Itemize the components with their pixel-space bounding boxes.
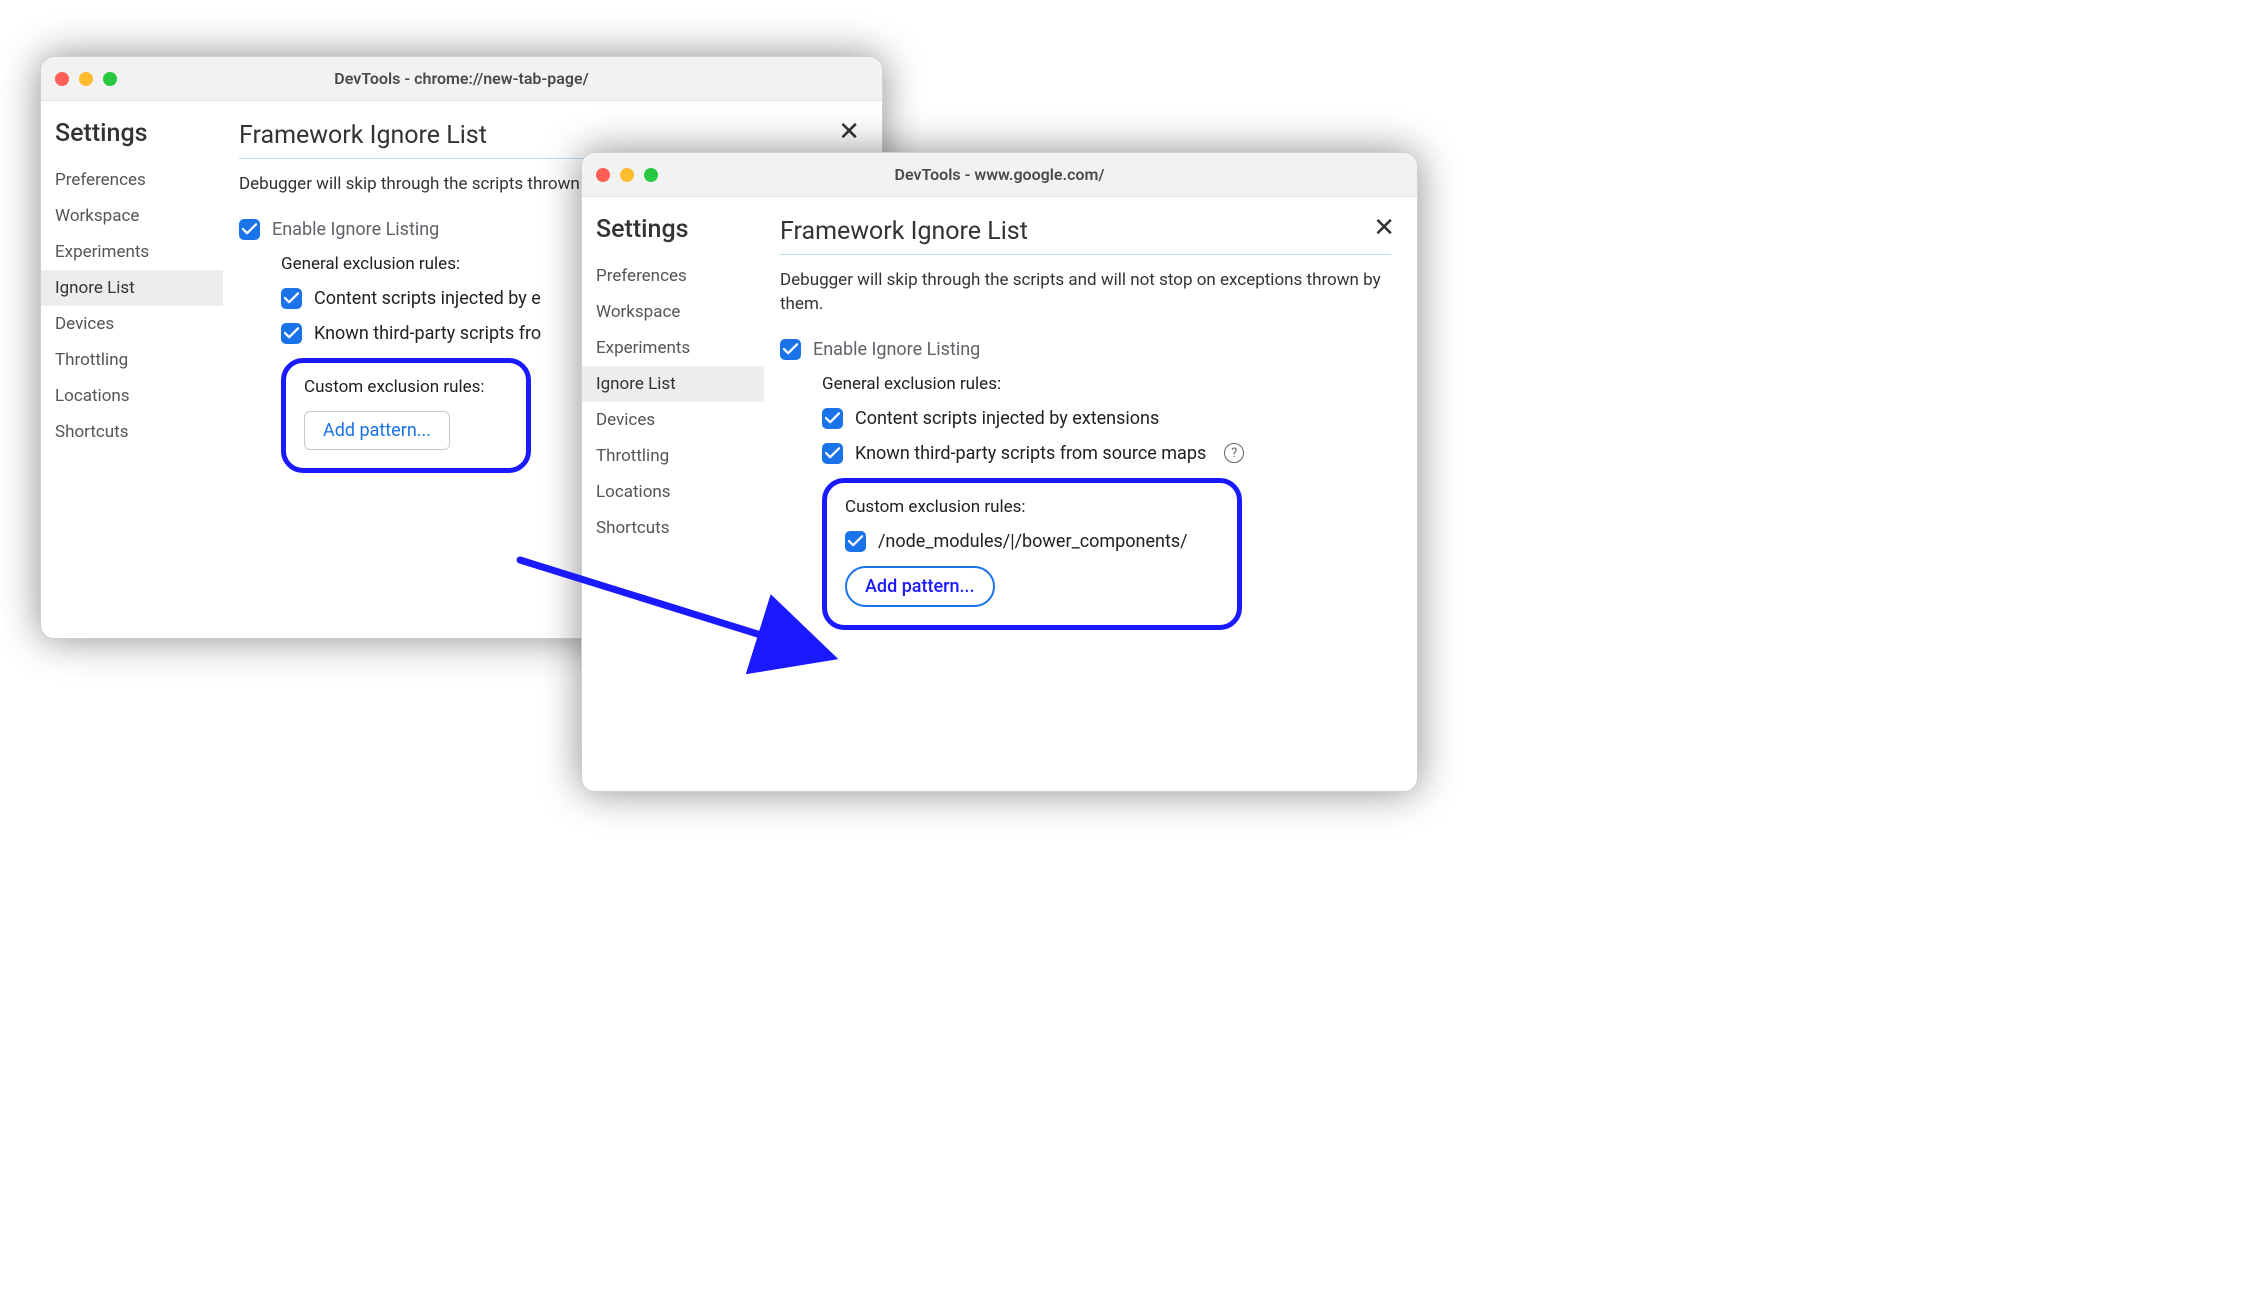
content-scripts-label: Content scripts injected by extensions xyxy=(855,408,1159,429)
sidebar-item-locations[interactable]: Locations xyxy=(582,474,764,510)
maximize-window-icon[interactable] xyxy=(644,168,658,182)
sidebar-item-ignore-list[interactable]: Ignore List xyxy=(582,366,764,402)
titlebar[interactable]: DevTools - chrome://new-tab-page/ xyxy=(41,57,882,101)
custom-pattern-row[interactable]: /node_modules/|/bower_components/ xyxy=(845,531,1219,552)
checkbox-checked-icon[interactable] xyxy=(239,219,260,240)
help-icon[interactable]: ? xyxy=(1224,443,1244,463)
panel-description: Debugger will skip through the scripts a… xyxy=(780,269,1391,317)
settings-panel: ✕ Framework Ignore List Debugger will sk… xyxy=(764,197,1417,791)
close-icon[interactable]: ✕ xyxy=(838,119,860,145)
settings-sidebar: Settings Preferences Workspace Experimen… xyxy=(41,101,223,638)
sidebar-item-devices[interactable]: Devices xyxy=(582,402,764,438)
titlebar[interactable]: DevTools - www.google.com/ xyxy=(582,153,1417,197)
panel-title: Framework Ignore List xyxy=(780,217,1391,255)
close-window-icon[interactable] xyxy=(596,168,610,182)
sidebar-item-experiments[interactable]: Experiments xyxy=(41,234,223,270)
sidebar-item-preferences[interactable]: Preferences xyxy=(41,162,223,198)
window-title: DevTools - www.google.com/ xyxy=(582,165,1417,184)
third-party-scripts-label: Known third-party scripts from source ma… xyxy=(855,443,1206,464)
custom-rules-heading: Custom exclusion rules: xyxy=(845,497,1219,517)
settings-heading: Settings xyxy=(41,119,223,162)
enable-ignore-listing-row[interactable]: Enable Ignore Listing xyxy=(780,339,1391,360)
sidebar-item-ignore-list[interactable]: Ignore List xyxy=(41,270,223,306)
sidebar-item-shortcuts[interactable]: Shortcuts xyxy=(582,510,764,546)
checkbox-checked-icon[interactable] xyxy=(845,531,866,552)
sidebar-item-workspace[interactable]: Workspace xyxy=(41,198,223,234)
sidebar-item-devices[interactable]: Devices xyxy=(41,306,223,342)
window-title: DevTools - chrome://new-tab-page/ xyxy=(41,69,882,88)
checkbox-checked-icon[interactable] xyxy=(281,288,302,309)
content-scripts-label: Content scripts injected by e xyxy=(314,288,541,309)
sidebar-item-experiments[interactable]: Experiments xyxy=(582,330,764,366)
sidebar-item-shortcuts[interactable]: Shortcuts xyxy=(41,414,223,450)
custom-rules-callout: Custom exclusion rules: Add pattern... xyxy=(281,358,531,473)
settings-sidebar: Settings Preferences Workspace Experimen… xyxy=(582,197,764,791)
sidebar-item-workspace[interactable]: Workspace xyxy=(582,294,764,330)
custom-rules-callout: Custom exclusion rules: /node_modules/|/… xyxy=(822,478,1242,630)
custom-pattern-label: /node_modules/|/bower_components/ xyxy=(878,531,1188,552)
devtools-window-2: DevTools - www.google.com/ Settings Pref… xyxy=(581,152,1418,792)
checkbox-checked-icon[interactable] xyxy=(780,339,801,360)
sidebar-item-throttling[interactable]: Throttling xyxy=(582,438,764,474)
general-rules-heading: General exclusion rules: xyxy=(822,374,1391,394)
minimize-window-icon[interactable] xyxy=(79,72,93,86)
close-icon[interactable]: ✕ xyxy=(1373,215,1395,241)
add-pattern-button[interactable]: Add pattern... xyxy=(304,411,450,450)
enable-ignore-listing-label: Enable Ignore Listing xyxy=(272,219,439,240)
content-scripts-row[interactable]: Content scripts injected by extensions xyxy=(822,408,1391,429)
checkbox-checked-icon[interactable] xyxy=(822,408,843,429)
sidebar-item-locations[interactable]: Locations xyxy=(41,378,223,414)
minimize-window-icon[interactable] xyxy=(620,168,634,182)
third-party-scripts-row[interactable]: Known third-party scripts from source ma… xyxy=(822,443,1391,464)
settings-heading: Settings xyxy=(582,215,764,258)
add-pattern-button[interactable]: Add pattern... xyxy=(845,566,995,607)
custom-rules-heading: Custom exclusion rules: xyxy=(304,377,508,397)
maximize-window-icon[interactable] xyxy=(103,72,117,86)
sidebar-item-preferences[interactable]: Preferences xyxy=(582,258,764,294)
checkbox-checked-icon[interactable] xyxy=(822,443,843,464)
checkbox-checked-icon[interactable] xyxy=(281,323,302,344)
enable-ignore-listing-label: Enable Ignore Listing xyxy=(813,339,980,360)
close-window-icon[interactable] xyxy=(55,72,69,86)
third-party-scripts-label: Known third-party scripts fro xyxy=(314,323,541,344)
sidebar-item-throttling[interactable]: Throttling xyxy=(41,342,223,378)
